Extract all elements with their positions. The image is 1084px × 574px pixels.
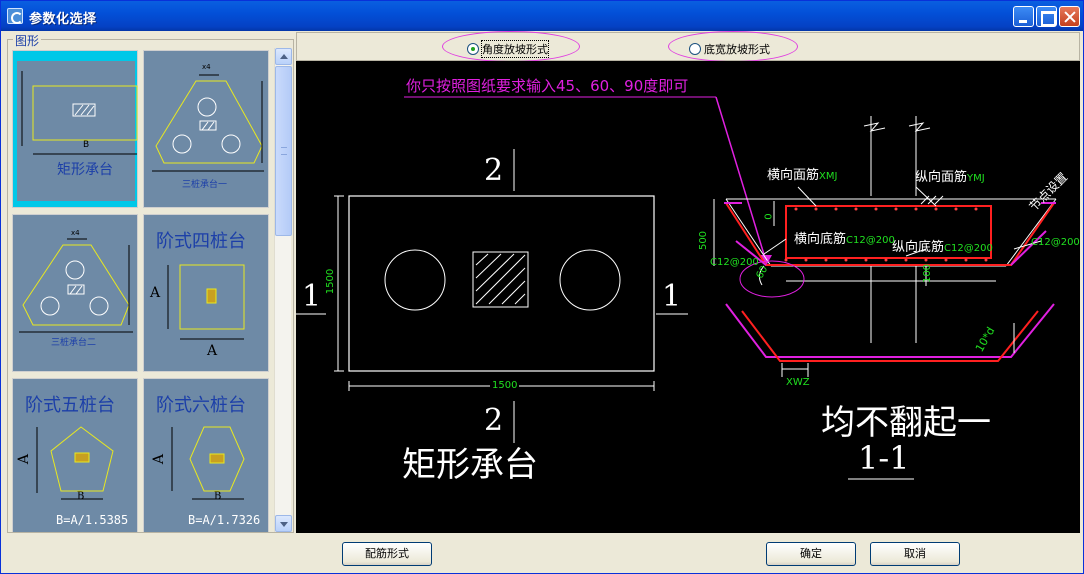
scroll-down-button[interactable] (275, 515, 292, 532)
maximize-button[interactable] (1036, 6, 1057, 27)
dim-100: 100 (922, 263, 934, 284)
dialog-window: 参数化选择 图形 B 矩形承台 x4 三桩承台一 x4 三桩承台二 阶式四桩台 … (0, 0, 1084, 574)
thumb5-caption: 阶式五桩台 (25, 395, 115, 416)
close-button[interactable] (1059, 6, 1080, 27)
thumb4-dim-a-bottom: A (207, 343, 218, 359)
thumb5-dim-b: B (77, 491, 85, 502)
spec-right: C12@200 (1031, 237, 1080, 248)
dim-width: 1500 (490, 380, 520, 391)
thumb6-formula: B=A/1.7326 (188, 513, 261, 527)
thumb4-caption: 阶式四桩台 (156, 231, 246, 252)
thumb2-caption: 三桩承台一 (182, 180, 228, 190)
radio-angle-dot[interactable] (467, 43, 479, 55)
thumb1-caption: 矩形承台 (57, 162, 113, 178)
shape-thumb-three-pile-2[interactable]: x4 三桩承台二 (12, 214, 138, 372)
thumb4-dim-a-left: A (150, 285, 161, 301)
dim-height: 1500 (325, 268, 337, 295)
radio-angle-label: 角度放坡形式 (481, 40, 549, 58)
dim-xwz: XWZ (786, 377, 810, 388)
section-mark-bottom: 2 (484, 403, 504, 438)
section-mark-right: 1 (662, 279, 682, 314)
radio-width-dot[interactable] (689, 43, 701, 55)
app-icon (7, 8, 23, 24)
scroll-thumb[interactable] (275, 66, 292, 236)
thumb1-dim-b: B (83, 140, 90, 150)
label-longitudinal-top: 纵向面筋YMJ (915, 170, 985, 185)
shape-thumbnail-list: B 矩形承台 x4 三桩承台一 x4 三桩承台二 阶式四桩台 A A 阶式五桩台… (10, 48, 272, 532)
thumb3-dim-x4: x4 (71, 229, 80, 237)
thumbnail-scrollbar[interactable] (274, 48, 292, 532)
preview-canvas: 你只按照图纸要求输入45、60、90度即可 2 2 1 1 1500 1500 … (296, 61, 1080, 533)
ok-button[interactable]: 确定 (766, 542, 856, 566)
section-mark-left: 1 (302, 279, 322, 314)
label-longitudinal-bottom: 纵向底筋C12@200 (892, 240, 993, 255)
shape-thumb-rect-cap[interactable]: B 矩形承台 (12, 50, 138, 208)
section-name: 1-1 (858, 439, 910, 477)
instruction-note: 你只按照图纸要求输入45、60、90度即可 (406, 77, 689, 95)
dim-500: 500 (698, 230, 710, 251)
shape-thumb-three-pile-1[interactable]: x4 三桩承台一 (143, 50, 269, 208)
scroll-up-button[interactable] (275, 48, 292, 65)
radio-angle-slope[interactable]: 角度放坡形式 (467, 40, 549, 58)
plan-title: 矩形承台 (402, 445, 538, 485)
button-bar: 配筋形式 确定 取消 (1, 534, 1083, 574)
window-title: 参数化选择 (29, 12, 97, 27)
slope-option-bar: 角度放坡形式 底宽放坡形式 (296, 31, 1080, 62)
section-caption: 均不翻起一 (821, 403, 991, 443)
thumb6-dim-a: A (151, 453, 168, 465)
shape-thumb-five-pile[interactable]: 阶式五桩台 A B B=A/1.5385 (12, 378, 138, 532)
thumb5-dim-a: A (16, 453, 33, 465)
rebar-form-button[interactable]: 配筋形式 (342, 542, 432, 566)
section-mark-top: 2 (484, 153, 504, 188)
thumb2-dim-x4: x4 (202, 63, 211, 71)
label-transverse-bottom: 横向底筋C12@200 (794, 232, 895, 247)
radio-width-slope[interactable]: 底宽放坡形式 (689, 41, 770, 57)
dim-0: 0 (763, 213, 775, 220)
radio-width-label: 底宽放坡形式 (704, 43, 770, 56)
spec-left: C12@200 (710, 257, 759, 268)
title-bar[interactable]: 参数化选择 (1, 1, 1083, 31)
label-transverse-top: 横向面筋XMJ (767, 168, 838, 183)
thumb6-dim-b: B (214, 491, 222, 502)
cancel-button[interactable]: 取消 (870, 542, 960, 566)
shape-thumb-six-pile[interactable]: 阶式六桩台 A B B=A/1.7326 (143, 378, 269, 532)
minimize-button[interactable] (1013, 6, 1034, 27)
thumb6-caption: 阶式六桩台 (156, 395, 246, 416)
thumb5-formula: B=A/1.5385 (56, 513, 129, 527)
shape-thumb-four-pile[interactable]: 阶式四桩台 A A (143, 214, 269, 372)
shape-group-label: 图形 (13, 32, 42, 49)
thumb3-caption: 三桩承台二 (51, 338, 97, 348)
